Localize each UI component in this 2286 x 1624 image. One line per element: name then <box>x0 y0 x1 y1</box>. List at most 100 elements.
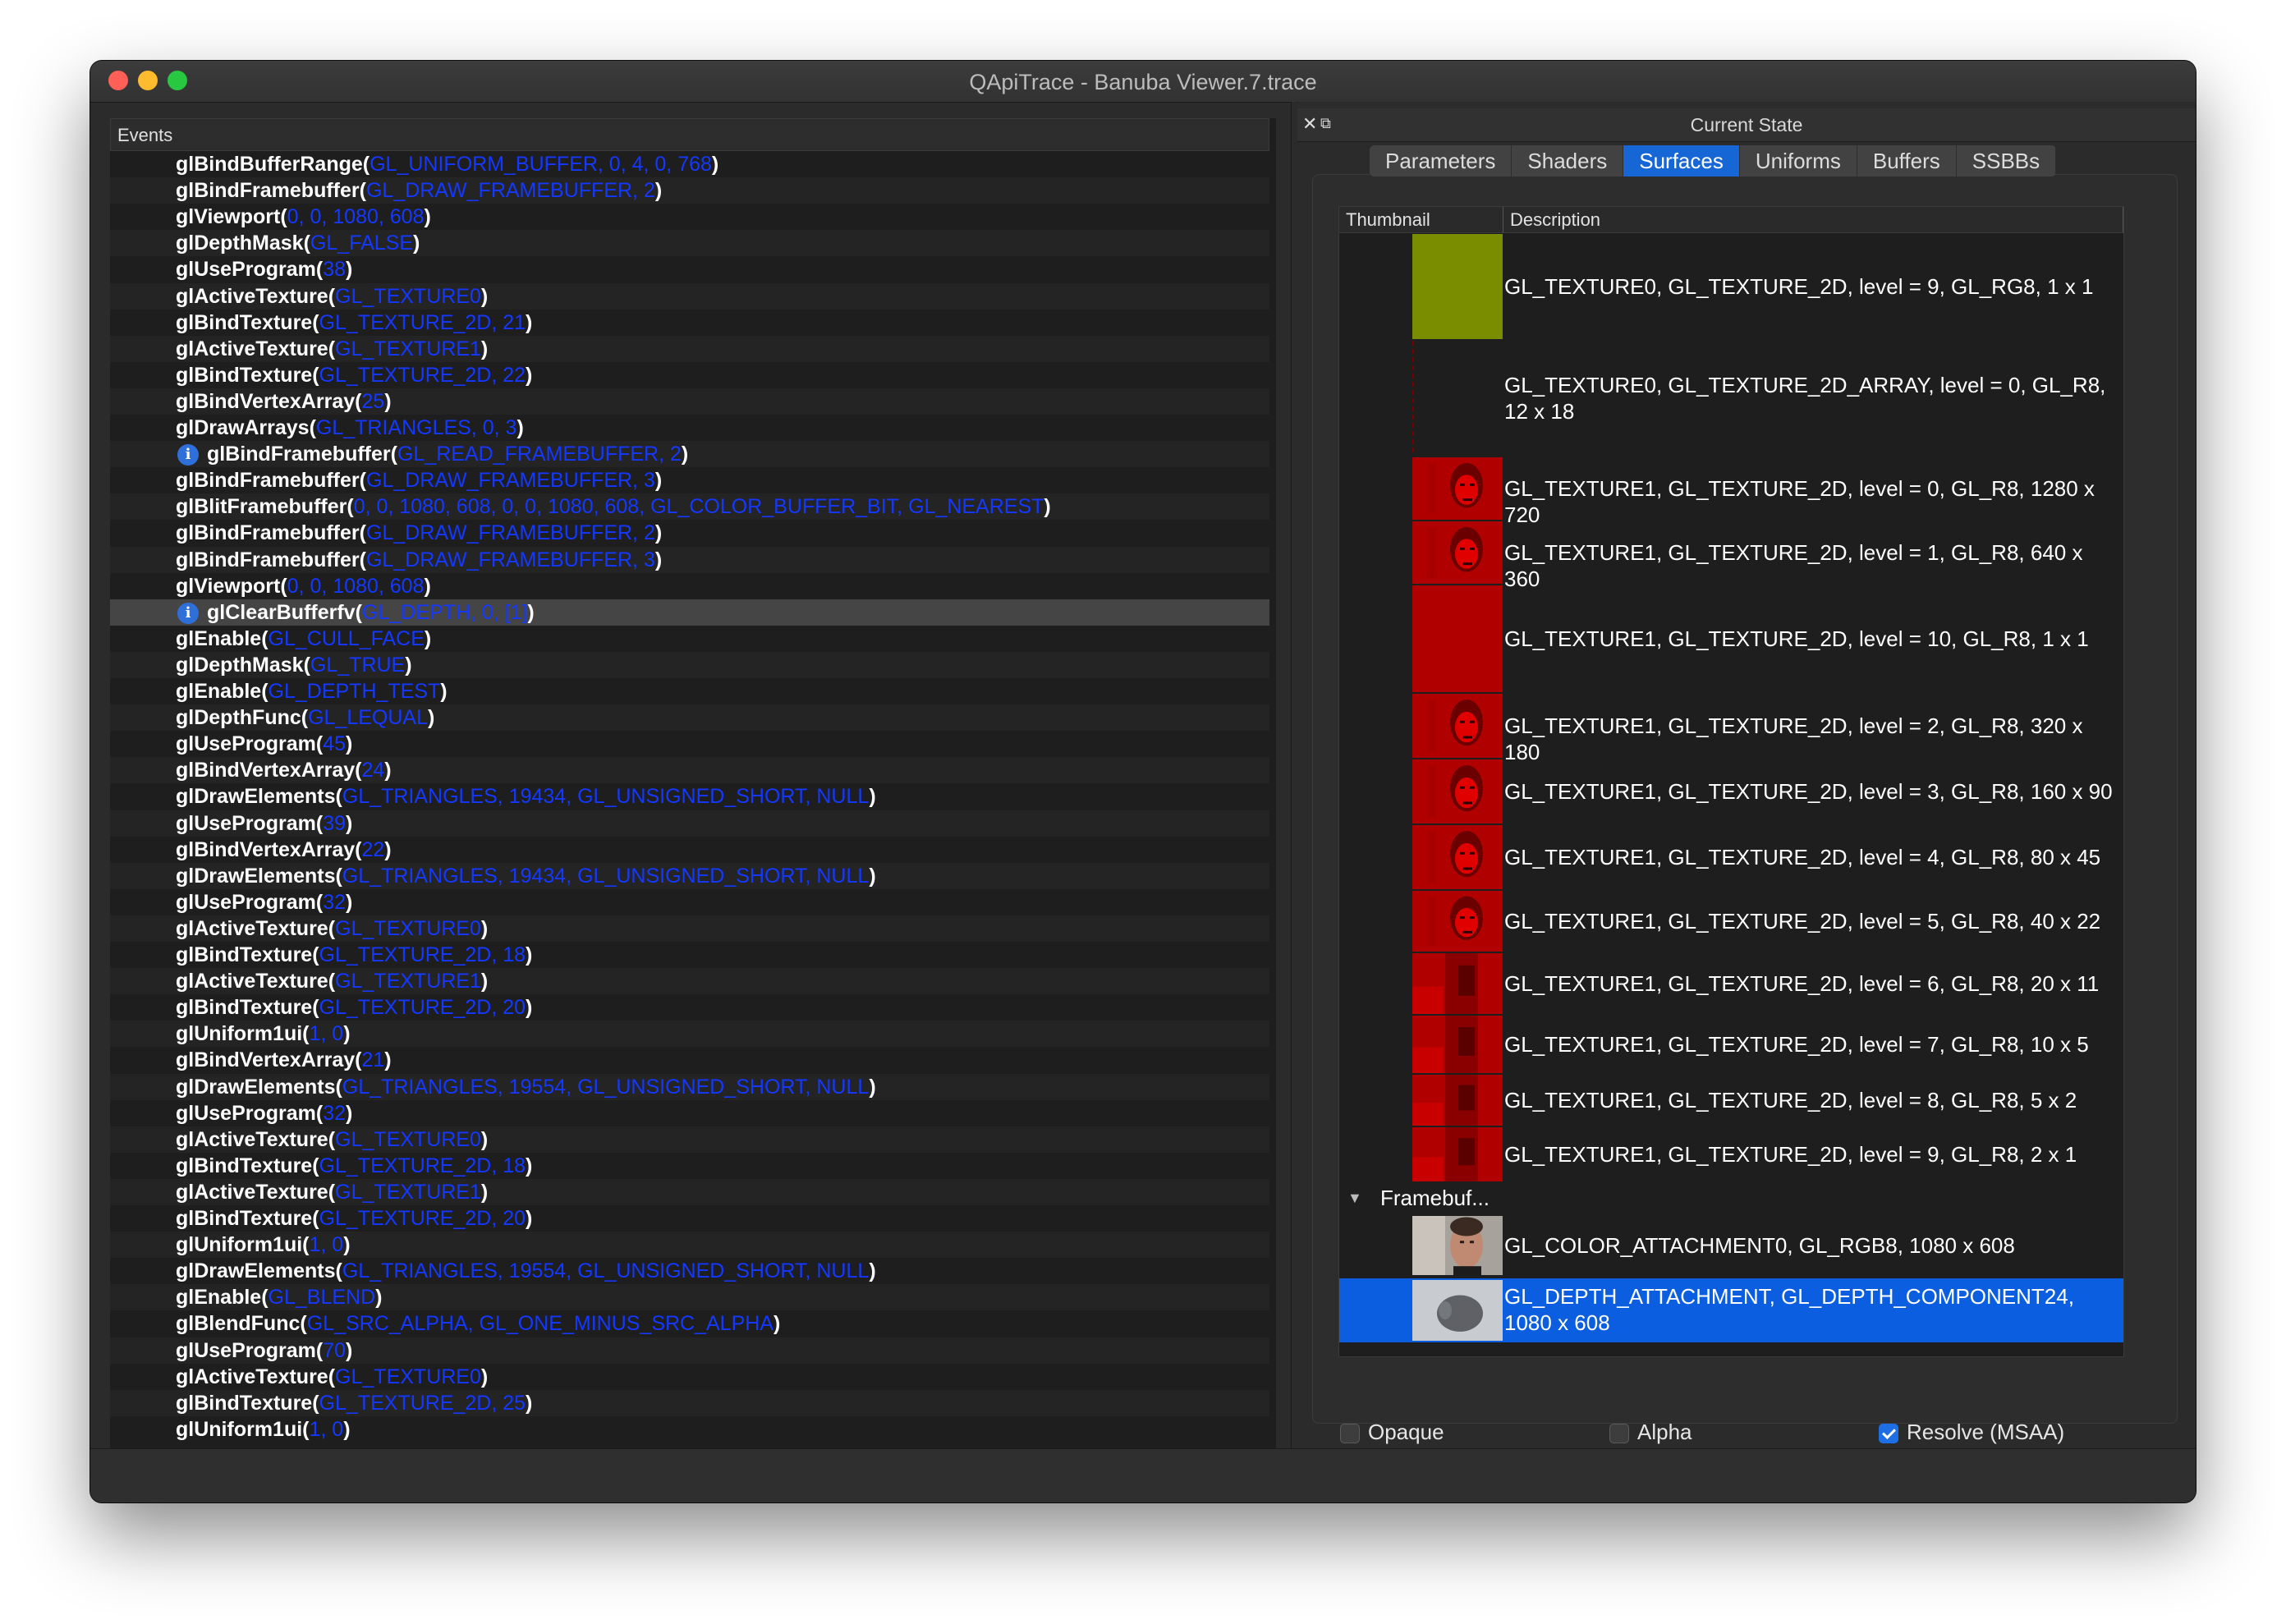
surface-row[interactable]: GL_TEXTURE1, GL_TEXTURE_2D, level = 9, G… <box>1339 1127 2123 1181</box>
event-row[interactable]: glViewport(0, 0, 1080, 608) <box>110 573 1269 599</box>
event-row[interactable]: glUseProgram(32) <box>110 1100 1269 1126</box>
surface-row[interactable]: GL_TEXTURE1, GL_TEXTURE_2D, level = 7, G… <box>1339 1016 2123 1073</box>
event-row[interactable]: glBindFramebuffer(GL_DRAW_FRAMEBUFFER, 3… <box>110 467 1269 493</box>
surfaces-table[interactable]: Thumbnail Description GL_TEXTURE0, GL_TE… <box>1338 206 2124 1357</box>
panel-splitter[interactable] <box>1291 102 1297 1502</box>
event-row[interactable]: glDrawElements(GL_TRIANGLES, 19434, GL_U… <box>110 862 1269 889</box>
tab-shaders[interactable]: Shaders <box>1512 145 1624 177</box>
event-row[interactable]: i glBindFramebuffer(GL_READ_FRAMEBUFFER, … <box>110 441 1269 468</box>
event-row[interactable]: glDrawElements(GL_TRIANGLES, 19554, GL_U… <box>110 1073 1269 1100</box>
event-row[interactable]: glActiveTexture(GL_TEXTURE0) <box>110 1364 1269 1390</box>
attachment-row[interactable]: GL_DEPTH_ATTACHMENT, GL_DEPTH_COMPONENT2… <box>1339 1278 2123 1342</box>
surface-thumbnail[interactable] <box>1412 953 1503 1014</box>
event-row[interactable]: glBindFramebuffer(GL_DRAW_FRAMEBUFFER, 2… <box>110 520 1269 546</box>
surface-row[interactable]: GL_TEXTURE0, GL_TEXTURE_2D, level = 9, G… <box>1339 234 2123 339</box>
checkbox-box[interactable] <box>1340 1424 1360 1444</box>
event-row[interactable]: glActiveTexture(GL_TEXTURE1) <box>110 968 1269 995</box>
event-row[interactable]: glDrawArrays(GL_TRIANGLES, 0, 3) <box>110 415 1269 441</box>
event-row[interactable]: glEnable(GL_CULL_FACE) <box>110 626 1269 652</box>
event-row[interactable]: glDrawElements(GL_TRIANGLES, 19554, GL_U… <box>110 1258 1269 1284</box>
surface-row[interactable]: GL_TEXTURE1, GL_TEXTURE_2D, level = 4, G… <box>1339 825 2123 889</box>
resolve-msaa-checkbox[interactable]: Resolve (MSAA) <box>1879 1419 2064 1445</box>
surface-row[interactable]: GL_TEXTURE1, GL_TEXTURE_2D, level = 1, G… <box>1339 521 2123 591</box>
surface-thumbnail[interactable] <box>1412 234 1503 339</box>
surface-thumbnail[interactable] <box>1412 1127 1503 1181</box>
surface-thumbnail[interactable] <box>1412 341 1503 456</box>
event-row[interactable]: glUseProgram(45) <box>110 731 1269 757</box>
surface-row[interactable]: GL_TEXTURE1, GL_TEXTURE_2D, level = 2, G… <box>1339 694 2123 764</box>
event-row[interactable]: glEnable(GL_DEPTH_TEST) <box>110 678 1269 704</box>
tab-uniforms[interactable]: Uniforms <box>1740 145 1857 177</box>
events-list[interactable]: glBindBufferRange(GL_UNIFORM_BUFFER, 0, … <box>110 151 1269 1457</box>
event-row[interactable]: glEnable(GL_BLEND) <box>110 1284 1269 1311</box>
surface-row[interactable]: GL_TEXTURE1, GL_TEXTURE_2D, level = 3, G… <box>1339 759 2123 823</box>
framebuffer-tree-node[interactable]: ▼ Framebuf... <box>1339 1183 2123 1213</box>
surface-thumbnail[interactable] <box>1412 1016 1503 1073</box>
opaque-checkbox[interactable]: Opaque <box>1340 1419 1444 1445</box>
event-row[interactable]: glBindFramebuffer(GL_DRAW_FRAMEBUFFER, 2… <box>110 177 1269 204</box>
event-row[interactable]: glBindTexture(GL_TEXTURE_2D, 20) <box>110 994 1269 1021</box>
surface-row[interactable]: GL_TEXTURE0, GL_TEXTURE_2D_ARRAY, level … <box>1339 341 2123 456</box>
event-row[interactable]: glActiveTexture(GL_TEXTURE0) <box>110 282 1269 310</box>
attachment-thumbnail[interactable] <box>1412 1280 1503 1341</box>
surface-row[interactable]: GL_TEXTURE1, GL_TEXTURE_2D, level = 5, G… <box>1339 891 2123 952</box>
event-row[interactable]: glActiveTexture(GL_TEXTURE1) <box>110 335 1269 362</box>
event-row[interactable]: glDepthMask(GL_TRUE) <box>110 651 1269 678</box>
event-row[interactable]: glDrawElements(GL_TRIANGLES, 19434, GL_U… <box>110 783 1269 810</box>
surface-thumbnail[interactable] <box>1412 759 1503 823</box>
surface-thumbnail[interactable] <box>1412 1075 1503 1126</box>
event-row[interactable]: glUniform1ui(1, 0) <box>110 1416 1269 1443</box>
surface-thumbnail[interactable] <box>1412 585 1503 692</box>
checkbox-box[interactable] <box>1879 1424 1898 1444</box>
event-row[interactable]: glDepthMask(GL_FALSE) <box>110 230 1269 257</box>
title-bar[interactable]: QApiTrace - Banuba Viewer.7.trace <box>90 61 2196 103</box>
event-row[interactable]: glBindTexture(GL_TEXTURE_2D, 18) <box>110 1153 1269 1179</box>
event-row[interactable]: glDepthFunc(GL_LEQUAL) <box>110 704 1269 732</box>
column-header-description[interactable]: Description <box>1503 207 2123 233</box>
event-row[interactable]: glBlitFramebuffer(0, 0, 1080, 608, 0, 0,… <box>110 493 1269 521</box>
surface-row[interactable]: GL_TEXTURE1, GL_TEXTURE_2D, level = 0, G… <box>1339 457 2123 527</box>
event-row[interactable]: glBindVertexArray(24) <box>110 757 1269 784</box>
event-row[interactable]: glBindBufferRange(GL_UNIFORM_BUFFER, 0, … <box>110 151 1269 177</box>
attachment-row[interactable]: GL_COLOR_ATTACHMENT0, GL_RGB8, 1080 x 60… <box>1339 1214 2123 1277</box>
event-row[interactable]: glBindVertexArray(21) <box>110 1047 1269 1073</box>
event-row[interactable]: glBindTexture(GL_TEXTURE_2D, 25) <box>110 1389 1269 1416</box>
event-row[interactable]: glUseProgram(38) <box>110 256 1269 282</box>
event-row[interactable]: glActiveTexture(GL_TEXTURE0) <box>110 1126 1269 1153</box>
surface-thumbnail[interactable] <box>1412 694 1503 758</box>
expand-arrow-icon[interactable]: ▼ <box>1347 1188 1362 1208</box>
event-row[interactable]: glUseProgram(70) <box>110 1337 1269 1364</box>
event-row[interactable]: glBindFramebuffer(GL_DRAW_FRAMEBUFFER, 3… <box>110 546 1269 573</box>
surface-thumbnail[interactable] <box>1412 457 1503 520</box>
checkbox-box[interactable] <box>1609 1424 1629 1444</box>
alpha-checkbox[interactable]: Alpha <box>1609 1419 1692 1445</box>
event-row[interactable]: glBindTexture(GL_TEXTURE_2D, 20) <box>110 1205 1269 1232</box>
surface-thumbnail[interactable] <box>1412 891 1503 952</box>
surface-thumbnail[interactable] <box>1412 825 1503 889</box>
event-row[interactable]: glUniform1ui(1, 0) <box>110 1021 1269 1048</box>
event-row[interactable]: glBindTexture(GL_TEXTURE_2D, 22) <box>110 362 1269 388</box>
event-row[interactable]: glViewport(0, 0, 1080, 608) <box>110 204 1269 230</box>
event-row[interactable]: glActiveTexture(GL_TEXTURE0) <box>110 915 1269 942</box>
attachment-thumbnail[interactable] <box>1412 1216 1503 1275</box>
event-row[interactable]: glBindTexture(GL_TEXTURE_2D, 21) <box>110 310 1269 336</box>
tab-surfaces[interactable]: Surfaces <box>1623 145 1740 177</box>
event-row[interactable]: glBindTexture(GL_TEXTURE_2D, 18) <box>110 942 1269 968</box>
tab-buffers[interactable]: Buffers <box>1857 145 1957 177</box>
column-header-thumbnail[interactable]: Thumbnail <box>1339 207 1503 233</box>
event-row[interactable]: glActiveTexture(GL_TEXTURE1) <box>110 1178 1269 1205</box>
events-header[interactable]: Events <box>110 118 1269 151</box>
tab-ssbbs[interactable]: SSBBs <box>1957 145 2057 177</box>
event-row[interactable]: i glClearBufferfv(GL_DEPTH, 0, [1]) <box>110 599 1269 626</box>
surface-row[interactable]: GL_TEXTURE1, GL_TEXTURE_2D, level = 10, … <box>1339 585 2123 692</box>
event-row[interactable]: glBlendFunc(GL_SRC_ALPHA, GL_ONE_MINUS_S… <box>110 1310 1269 1337</box>
tab-parameters[interactable]: Parameters <box>1370 145 1513 177</box>
surface-row[interactable]: GL_TEXTURE1, GL_TEXTURE_2D, level = 6, G… <box>1339 953 2123 1014</box>
event-row[interactable]: glBindVertexArray(25) <box>110 388 1269 415</box>
event-row[interactable]: glUniform1ui(1, 0) <box>110 1232 1269 1259</box>
event-row[interactable]: glUseProgram(39) <box>110 810 1269 837</box>
surface-row[interactable]: GL_TEXTURE1, GL_TEXTURE_2D, level = 8, G… <box>1339 1075 2123 1126</box>
event-row[interactable]: glBindVertexArray(22) <box>110 837 1269 863</box>
event-row[interactable]: glUseProgram(32) <box>110 889 1269 915</box>
surface-thumbnail[interactable] <box>1412 521 1503 584</box>
